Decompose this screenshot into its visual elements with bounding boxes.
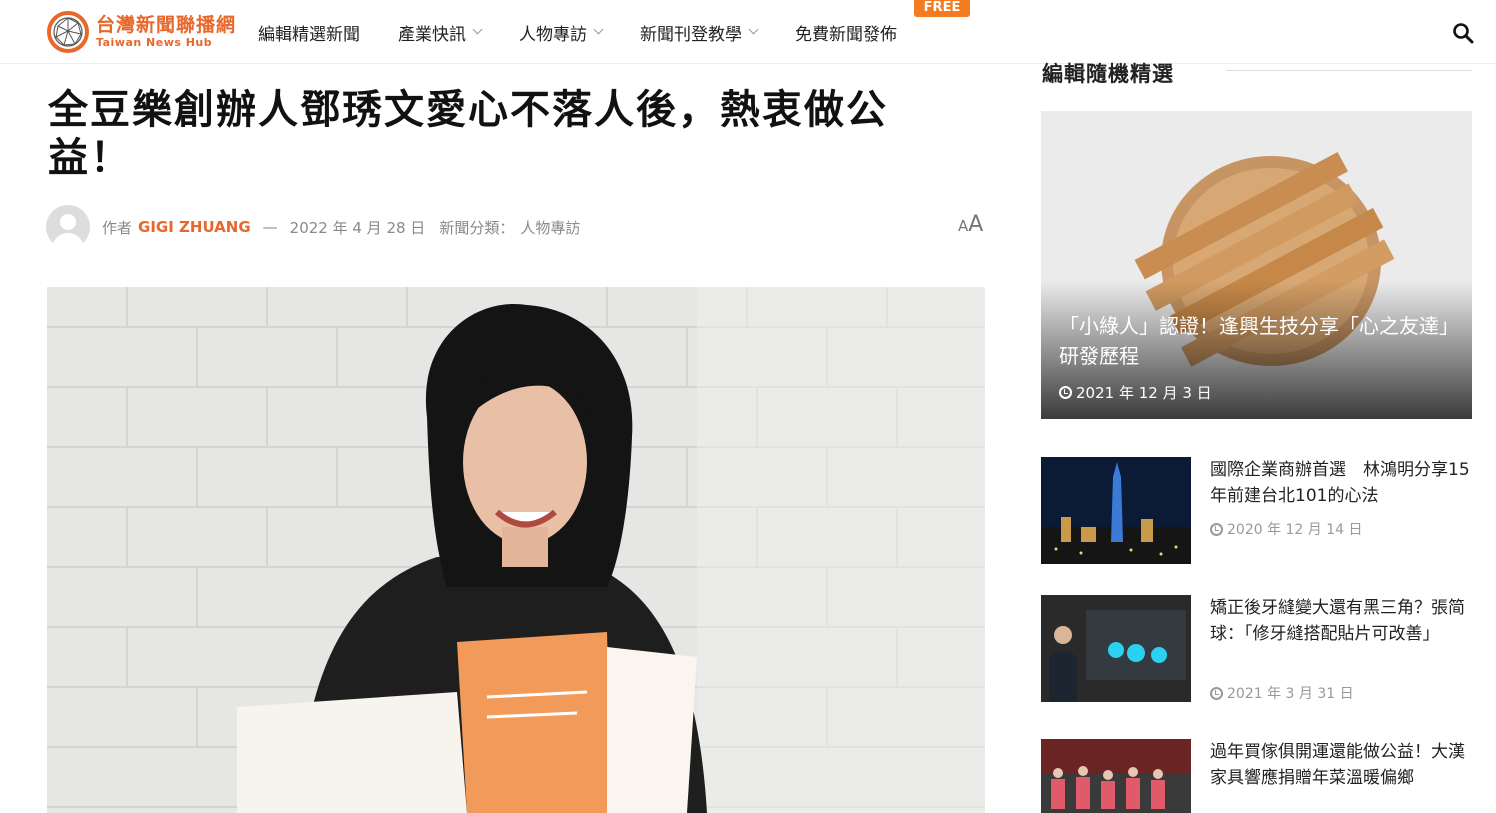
- sidebar-featured-post[interactable]: 「小綠人」認證！逢興生技分享「心之友達」研發歷程 2021 年 12 月 3 日: [1041, 111, 1472, 419]
- post-date: 2021 年 3 月 31 日: [1210, 683, 1354, 703]
- date-text: 2021 年 3 月 31 日: [1227, 686, 1354, 702]
- sidebar-post-item[interactable]: 國際企業商辦首選 林鴻明分享15年前建台北101的心法 2020 年 12 月 …: [1041, 457, 1472, 564]
- author-prefix: 作者: [102, 218, 133, 237]
- post-title[interactable]: 國際企業商辦首選 林鴻明分享15年前建台北101的心法: [1210, 457, 1472, 509]
- font-size-toggle[interactable]: AA: [958, 212, 983, 237]
- clock-icon: [1210, 522, 1223, 536]
- clock-icon: [1059, 386, 1072, 399]
- article-hero-image: [47, 287, 985, 813]
- site-header: 台灣新聞聯播網 Taiwan News Hub 編輯精選新聞 產業快訊 人物專訪…: [0, 0, 1496, 64]
- nav-item-interviews[interactable]: 人物專訪: [519, 20, 604, 45]
- search-icon[interactable]: [1452, 22, 1474, 44]
- post-thumbnail[interactable]: [1041, 457, 1191, 564]
- nav-label: 編輯精選新聞: [258, 24, 360, 45]
- featured-post-date: 2021 年 12 月 3 日: [1059, 382, 1212, 403]
- nav-label: 人物專訪: [519, 24, 587, 45]
- chevron-down-icon: [472, 24, 483, 35]
- chevron-down-icon: [593, 24, 604, 35]
- article-title: 全豆樂創辦人鄧琇文愛心不落人後，熱衷做公益！: [48, 87, 888, 181]
- clock-icon: [1210, 686, 1223, 700]
- logo-chinese-name: 台灣新聞聯播網: [96, 14, 237, 36]
- article-date: 2022 年 4 月 28 日: [289, 218, 426, 237]
- meta-separator: —: [262, 218, 278, 236]
- logo-globe-icon: [47, 11, 89, 53]
- logo-english-name: Taiwan News Hub: [96, 36, 213, 49]
- nav-item-free-release[interactable]: 免費新聞發佈: [795, 20, 897, 45]
- sidebar-post-item[interactable]: 過年買傢俱開運還能做公益！大漢家具響應捐贈年菜溫暖偏鄉: [1041, 739, 1472, 813]
- nav-label: 產業快訊: [398, 24, 466, 45]
- free-badge: FREE: [914, 0, 970, 17]
- post-date: 2020 年 12 月 14 日: [1210, 519, 1363, 539]
- nav-item-industry-news[interactable]: 產業快訊: [398, 20, 483, 45]
- category-prefix: 新聞分類：: [439, 218, 515, 237]
- post-title[interactable]: 矯正後牙縫變大還有黑三角？張简球：「修牙縫搭配貼片可改善」: [1210, 595, 1472, 647]
- date-text: 2021 年 12 月 3 日: [1076, 384, 1212, 402]
- font-size-small: A: [958, 217, 969, 235]
- nav-label: 免費新聞發佈: [795, 24, 897, 45]
- sidebar-heading-divider: [1226, 70, 1472, 71]
- date-text: 2020 年 12 月 14 日: [1227, 522, 1363, 538]
- nav-item-posting-tutorial[interactable]: 新聞刊登教學: [640, 20, 759, 45]
- chevron-down-icon: [748, 24, 759, 35]
- font-size-large: A: [968, 212, 984, 237]
- featured-post-image: [1041, 111, 1472, 419]
- author-avatar[interactable]: [46, 205, 90, 249]
- site-logo[interactable]: 台灣新聞聯播網 Taiwan News Hub: [46, 10, 236, 54]
- post-title[interactable]: 過年買傢俱開運還能做公益！大漢家具響應捐贈年菜溫暖偏鄉: [1210, 739, 1472, 791]
- post-thumbnail[interactable]: [1041, 739, 1191, 813]
- author-link[interactable]: GIGI ZHUANG: [138, 218, 251, 236]
- featured-post-title[interactable]: 「小綠人」認證！逢興生技分享「心之友達」研發歷程: [1059, 311, 1459, 371]
- post-thumbnail[interactable]: [1041, 595, 1191, 702]
- nav-item-editor-picks[interactable]: 編輯精選新聞: [258, 20, 360, 45]
- article-meta: 作者 GIGI ZHUANG — 2022 年 4 月 28 日 新聞分類： 人…: [46, 205, 580, 249]
- sidebar-post-item[interactable]: 矯正後牙縫變大還有黑三角？張简球：「修牙縫搭配貼片可改善」 2021 年 3 月…: [1041, 595, 1472, 702]
- category-link[interactable]: 人物專訪: [520, 217, 580, 238]
- main-nav: 編輯精選新聞 產業快訊 人物專訪 新聞刊登教學 免費新聞發佈: [258, 0, 935, 64]
- sidebar-heading: 編輯隨機精選: [1042, 62, 1174, 86]
- nav-label: 新聞刊登教學: [640, 24, 742, 45]
